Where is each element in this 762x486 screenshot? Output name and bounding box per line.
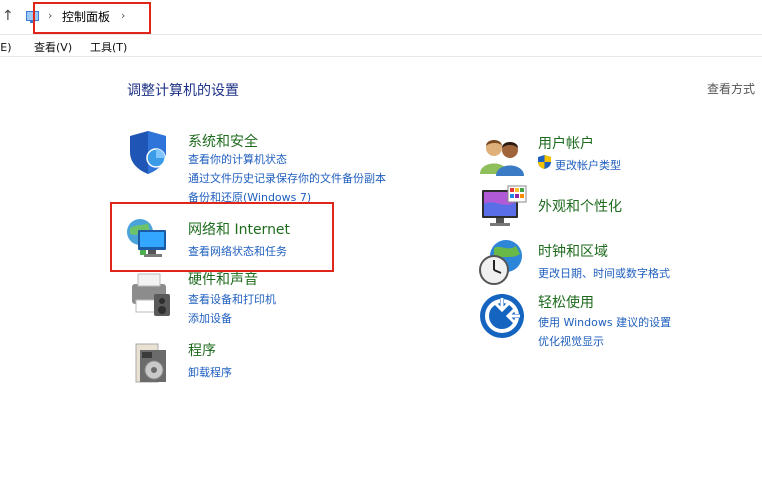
link-change-date-time-format[interactable]: 更改日期、时间或数字格式	[538, 265, 670, 281]
category-title-hardware-sound[interactable]: 硬件和声音	[188, 269, 258, 289]
link-file-history[interactable]: 通过文件历史记录保存你的文件备份副本	[188, 170, 386, 186]
category-title-ease-of-access[interactable]: 轻松使用	[538, 292, 594, 312]
printer-icon	[132, 273, 170, 316]
ease-of-access-icon	[480, 294, 524, 338]
link-change-account-type[interactable]: 更改帐户类型	[555, 157, 621, 173]
up-arrow-icon[interactable]: ↑	[2, 8, 14, 24]
category-title-clock-region[interactable]: 时钟和区域	[538, 241, 608, 261]
link-view-computer-status[interactable]: 查看你的计算机状态	[188, 151, 287, 167]
link-optimize-visual-display[interactable]: 优化视觉显示	[538, 333, 604, 349]
appearance-monitor-icon	[482, 185, 527, 226]
link-uninstall-program[interactable]: 卸载程序	[188, 364, 232, 380]
menu-edit[interactable]: 编辑(E)	[0, 39, 12, 55]
category-title-user-accounts[interactable]: 用户帐户	[538, 133, 594, 153]
highlight-box-breadcrumb	[33, 2, 151, 34]
highlight-box-network	[110, 202, 334, 272]
uac-shield-icon	[538, 155, 551, 169]
category-title-appearance[interactable]: 外观和个性化	[538, 196, 622, 216]
link-windows-suggested-settings[interactable]: 使用 Windows 建议的设置	[538, 314, 671, 330]
page-title: 调整计算机的设置	[127, 83, 239, 99]
clock-globe-icon	[479, 240, 522, 285]
programs-icon	[135, 343, 166, 383]
link-devices-printers[interactable]: 查看设备和打印机	[188, 291, 276, 307]
shield-icon	[130, 131, 166, 174]
user-accounts-icon	[480, 140, 524, 176]
view-by-label[interactable]: 查看方式	[707, 80, 755, 97]
menu-tools[interactable]: 工具(T)	[90, 39, 127, 55]
category-title-programs[interactable]: 程序	[188, 340, 216, 360]
link-add-device[interactable]: 添加设备	[188, 310, 232, 326]
menu-view[interactable]: 查看(V)	[34, 39, 72, 55]
category-title-system-security[interactable]: 系统和安全	[188, 131, 258, 151]
